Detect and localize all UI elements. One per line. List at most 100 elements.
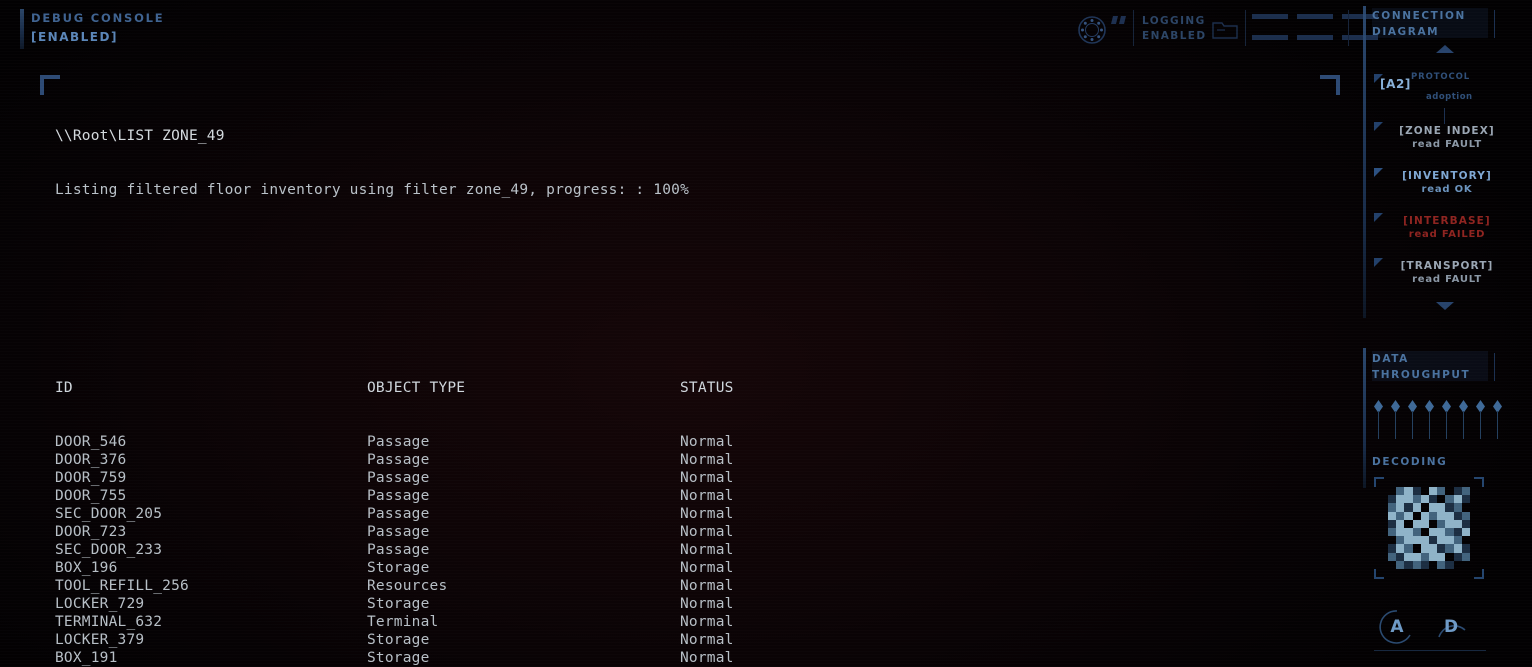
matrix-cell bbox=[1437, 527, 1446, 537]
cell-status: Normal bbox=[680, 560, 734, 576]
matrix-cell bbox=[1462, 503, 1470, 511]
matrix-cell bbox=[1428, 511, 1438, 520]
node-zone-index[interactable]: [ZONE INDEX] read FAULT bbox=[1372, 124, 1522, 152]
dial-dash-indicators bbox=[1111, 16, 1126, 24]
matrix-cell bbox=[1428, 552, 1438, 561]
matrix-cell bbox=[1413, 544, 1421, 552]
matrix-cell bbox=[1420, 495, 1429, 504]
matrix-cell bbox=[1404, 536, 1413, 545]
column-header-id: ID bbox=[55, 380, 73, 396]
signal-bar-col-2 bbox=[1297, 14, 1333, 40]
matrix-cell bbox=[1445, 560, 1454, 569]
cell-object-type: Storage bbox=[367, 596, 430, 612]
cell-status: Normal bbox=[680, 452, 734, 468]
matrix-cell bbox=[1388, 519, 1397, 528]
matrix-cell bbox=[1461, 527, 1470, 537]
throughput-indicator bbox=[1474, 400, 1487, 442]
matrix-cell bbox=[1420, 519, 1429, 528]
table-row[interactable]: DOOR_759 Passage Normal bbox=[55, 469, 1325, 487]
table-row[interactable]: LOCKER_729 Storage Normal bbox=[55, 595, 1325, 613]
node-interbase-value: read FAILED bbox=[1408, 229, 1486, 241]
node-inventory-name: [INVENTORY] bbox=[1402, 170, 1492, 182]
inventory-table: ID OBJECT TYPE STATUS DOOR_546 Passage Nor… bbox=[55, 343, 1325, 667]
matrix-cell bbox=[1437, 495, 1445, 503]
decoding-matrix-frame bbox=[1374, 477, 1484, 579]
matrix-cell bbox=[1461, 511, 1470, 520]
matrix-cell bbox=[1421, 487, 1429, 495]
matrix-cell bbox=[1428, 487, 1438, 496]
matrix-cell bbox=[1445, 519, 1454, 528]
matrix-cell bbox=[1396, 511, 1405, 520]
node-inventory[interactable]: [INVENTORY] read OK bbox=[1372, 169, 1522, 197]
radial-dial-icon[interactable] bbox=[1076, 14, 1108, 46]
node-transport[interactable]: [TRANSPORT] read FAULT bbox=[1372, 259, 1522, 287]
matrix-cell bbox=[1437, 552, 1446, 561]
cell-object-type: Passage bbox=[367, 524, 430, 540]
matrix-cell bbox=[1404, 527, 1413, 537]
debug-console-title-group: DEBUG CONSOLE [ENABLED] bbox=[31, 10, 164, 46]
matrix-cell bbox=[1445, 495, 1454, 504]
matrix-cell bbox=[1428, 495, 1438, 504]
matrix-cell bbox=[1453, 519, 1462, 528]
matrix-cell bbox=[1420, 536, 1429, 545]
header-divider-2 bbox=[1245, 10, 1246, 46]
page-title: DEBUG CONSOLE bbox=[31, 11, 165, 25]
table-row[interactable]: TERMINAL_632 Terminal Normal bbox=[55, 613, 1325, 631]
table-row[interactable]: DOOR_755 Passage Normal bbox=[55, 487, 1325, 505]
matrix-cell bbox=[1388, 544, 1397, 553]
chevron-down-icon[interactable] bbox=[1436, 302, 1454, 310]
column-header-status: STATUS bbox=[680, 380, 734, 396]
table-row[interactable]: BOX_196 Storage Normal bbox=[55, 559, 1325, 577]
matrix-cell bbox=[1412, 560, 1421, 569]
table-row[interactable]: LOCKER_379 Storage Normal bbox=[55, 631, 1325, 649]
matrix-cell bbox=[1421, 528, 1429, 536]
cell-id: LOCKER_379 bbox=[55, 632, 145, 648]
matrix-cell bbox=[1404, 552, 1413, 561]
table-row[interactable]: DOOR_723 Passage Normal bbox=[55, 523, 1325, 541]
cell-status: Normal bbox=[680, 542, 734, 558]
matrix-cell bbox=[1404, 495, 1413, 504]
analyze-button[interactable]: A bbox=[1378, 608, 1416, 646]
throughput-indicator bbox=[1440, 400, 1453, 442]
matrix-cell bbox=[1453, 503, 1462, 512]
cell-status: Normal bbox=[680, 578, 734, 594]
table-row[interactable]: BOX_191 Storage Normal bbox=[55, 649, 1325, 667]
cell-object-type: Terminal bbox=[367, 614, 439, 630]
decode-button[interactable]: D bbox=[1432, 608, 1470, 646]
table-row[interactable]: DOOR_376 Passage Normal bbox=[55, 451, 1325, 469]
matrix-cell bbox=[1388, 561, 1396, 569]
matrix-cell bbox=[1388, 511, 1397, 520]
table-row[interactable]: DOOR_546 Passage Normal bbox=[55, 433, 1325, 451]
node-transport-value: read FAULT bbox=[1412, 274, 1482, 286]
matrix-cell bbox=[1437, 544, 1446, 553]
cell-id: DOOR_755 bbox=[55, 488, 127, 504]
command-line: \\Root\LIST ZONE_49 bbox=[55, 128, 225, 144]
cell-object-type: Storage bbox=[367, 560, 430, 576]
folder-icon[interactable] bbox=[1212, 19, 1238, 40]
table-row[interactable]: SEC_DOOR_233 Passage Normal bbox=[55, 541, 1325, 559]
table-row[interactable]: SEC_DOOR_205 Passage Normal bbox=[55, 505, 1325, 523]
matrix-cell bbox=[1445, 487, 1453, 495]
cell-status: Normal bbox=[680, 632, 734, 648]
table-row[interactable]: TOOL_REFILL_256 Resources Normal bbox=[55, 577, 1325, 595]
cell-status: Normal bbox=[680, 434, 734, 450]
cell-object-type: Resources bbox=[367, 578, 448, 594]
matrix-cell bbox=[1396, 544, 1405, 553]
cell-status: Normal bbox=[680, 524, 734, 540]
node-protocol[interactable]: [A2]PROTOCOL adoption bbox=[1372, 72, 1522, 103]
table-body: DOOR_546 Passage Normal DOOR_376 Passage Norm… bbox=[55, 433, 1325, 667]
status-line: Listing filtered floor inventory using f… bbox=[55, 182, 690, 198]
node-interbase[interactable]: [INTERBASE] read FAILED bbox=[1372, 214, 1522, 242]
cell-status: Normal bbox=[680, 596, 734, 612]
matrix-cell bbox=[1404, 560, 1413, 569]
matrix-cell bbox=[1453, 511, 1462, 520]
cell-id: DOOR_759 bbox=[55, 470, 127, 486]
panel-rail-connection bbox=[1363, 6, 1366, 318]
decoding-matrix-icon bbox=[1388, 487, 1470, 569]
chevron-up-icon[interactable] bbox=[1436, 45, 1454, 53]
matrix-cell bbox=[1412, 552, 1421, 561]
panel-bottom-divider bbox=[1374, 650, 1486, 651]
matrix-cell bbox=[1445, 536, 1454, 545]
analyze-button-label: A bbox=[1390, 617, 1404, 637]
throughput-indicator bbox=[1491, 400, 1504, 442]
